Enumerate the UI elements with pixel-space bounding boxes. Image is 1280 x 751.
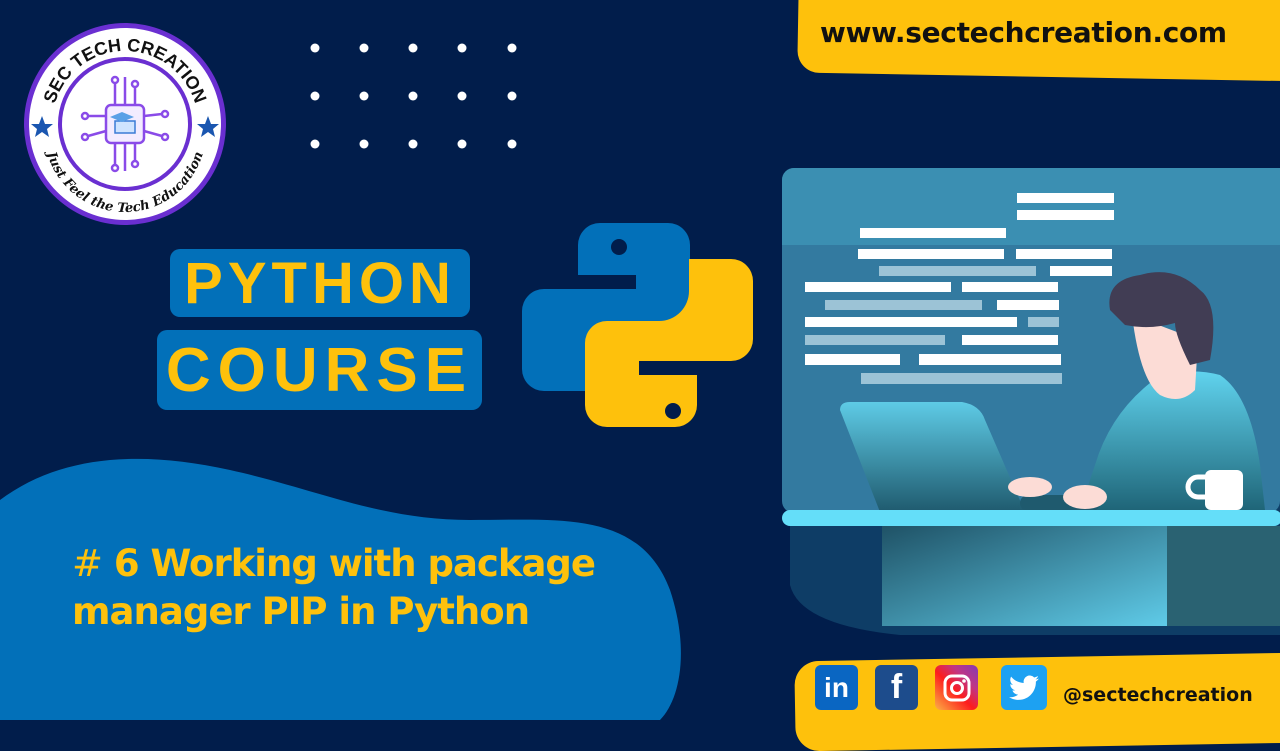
episode-title-line1: # 6 Working with package (72, 540, 672, 588)
python-logo-icon (522, 223, 753, 427)
website-url-link[interactable]: www.sectechcreation.com (820, 16, 1270, 49)
desk-side (1167, 526, 1280, 626)
course-title-course: COURSE (157, 330, 482, 410)
hash-symbol: # (72, 542, 103, 585)
episode-title-line2: manager PIP in Python (72, 590, 530, 633)
brand-logo: SEC TECH CREATION Just Feel the Tech Edu… (22, 21, 228, 227)
desk-top (782, 510, 1280, 526)
linkedin-icon[interactable]: in (815, 665, 858, 710)
episode-title: # 6 Working with package manager PIP in … (72, 540, 672, 636)
facebook-icon[interactable]: f (875, 665, 918, 710)
twitter-icon[interactable] (1001, 665, 1047, 710)
instagram-icon[interactable] (935, 665, 978, 710)
social-handle[interactable]: @sectechcreation (1063, 684, 1253, 706)
decorative-dot-grid (310, 43, 517, 149)
developer-illustration (782, 168, 1280, 635)
course-title-python: PYTHON (170, 249, 470, 317)
episode-title-text1: 6 Working with package (113, 542, 596, 585)
desk-front (882, 526, 1167, 626)
